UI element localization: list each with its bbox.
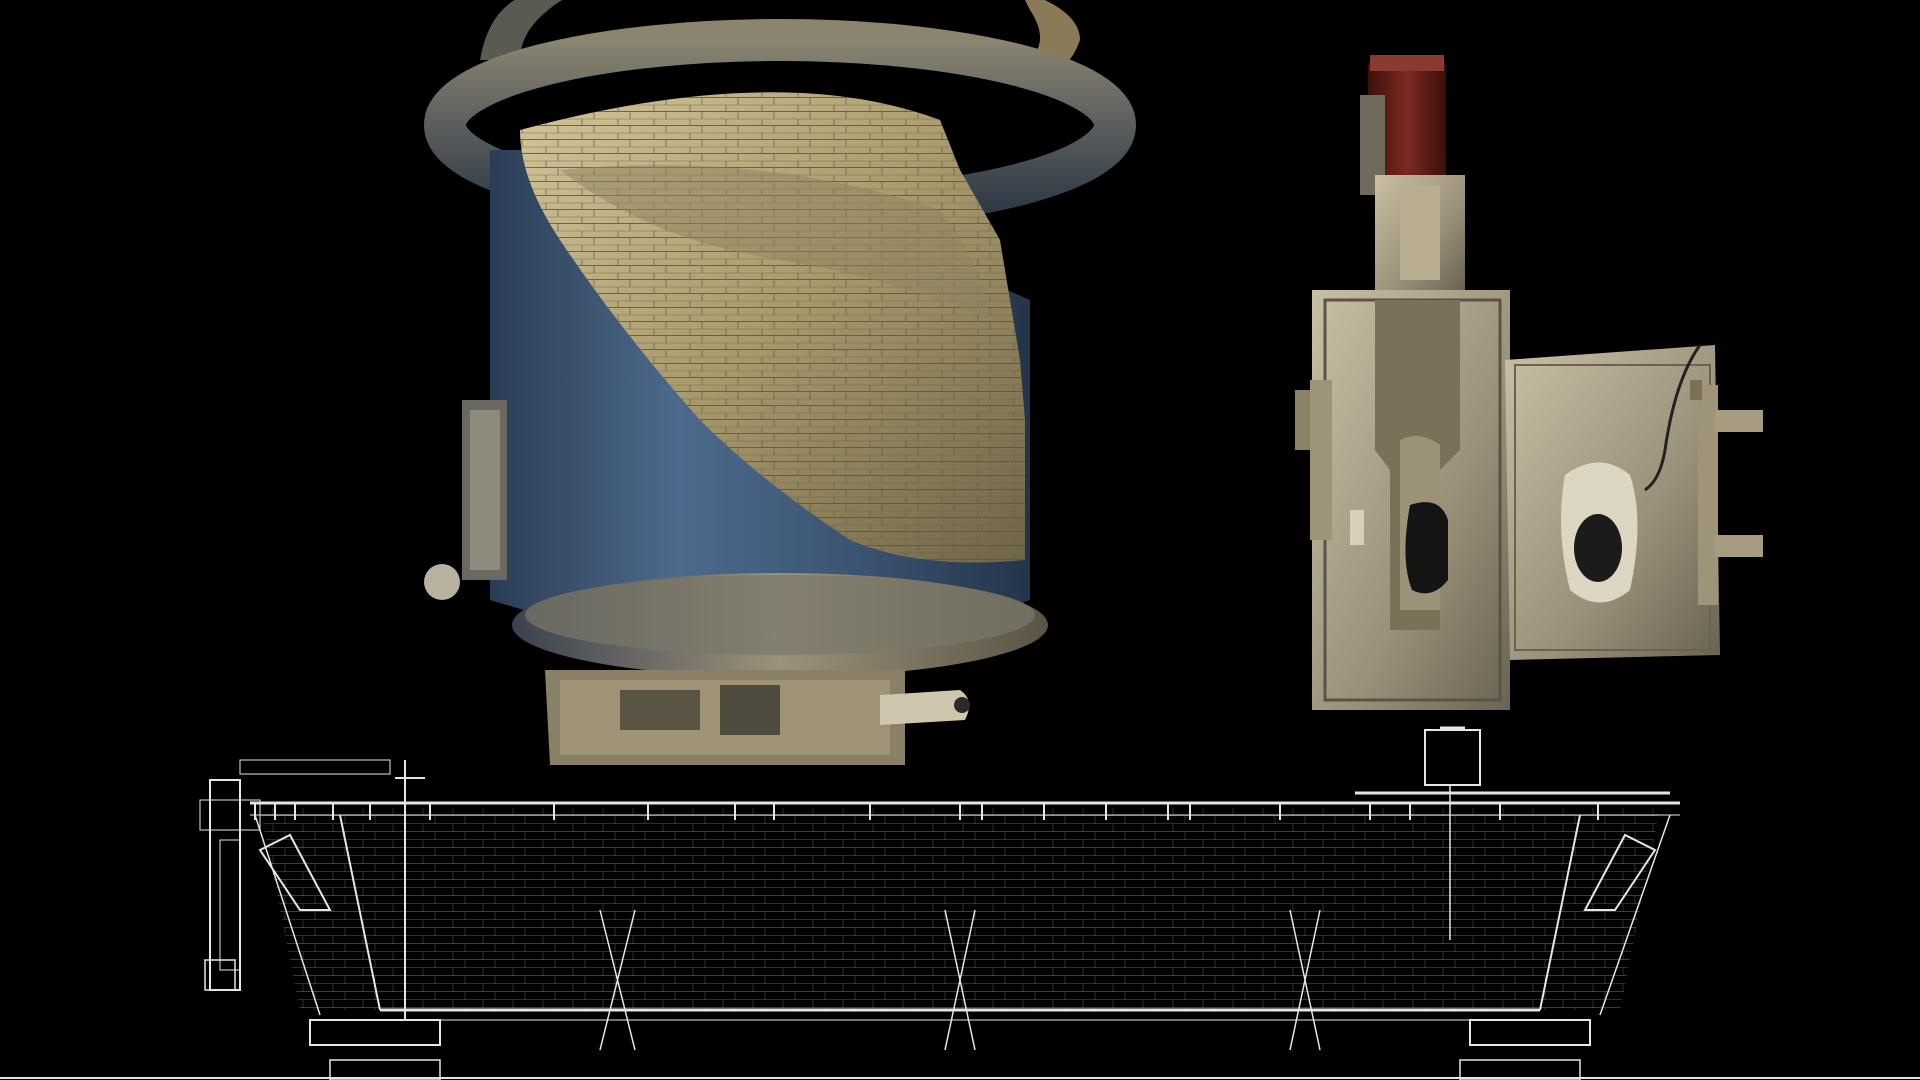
ladle-cutaway [424,0,1136,765]
scene-illustration [0,0,1920,1080]
slide-gate-cutaway [1295,55,1763,710]
tundish-wireframe [0,726,1920,1080]
scene-canvas [0,0,1920,1080]
